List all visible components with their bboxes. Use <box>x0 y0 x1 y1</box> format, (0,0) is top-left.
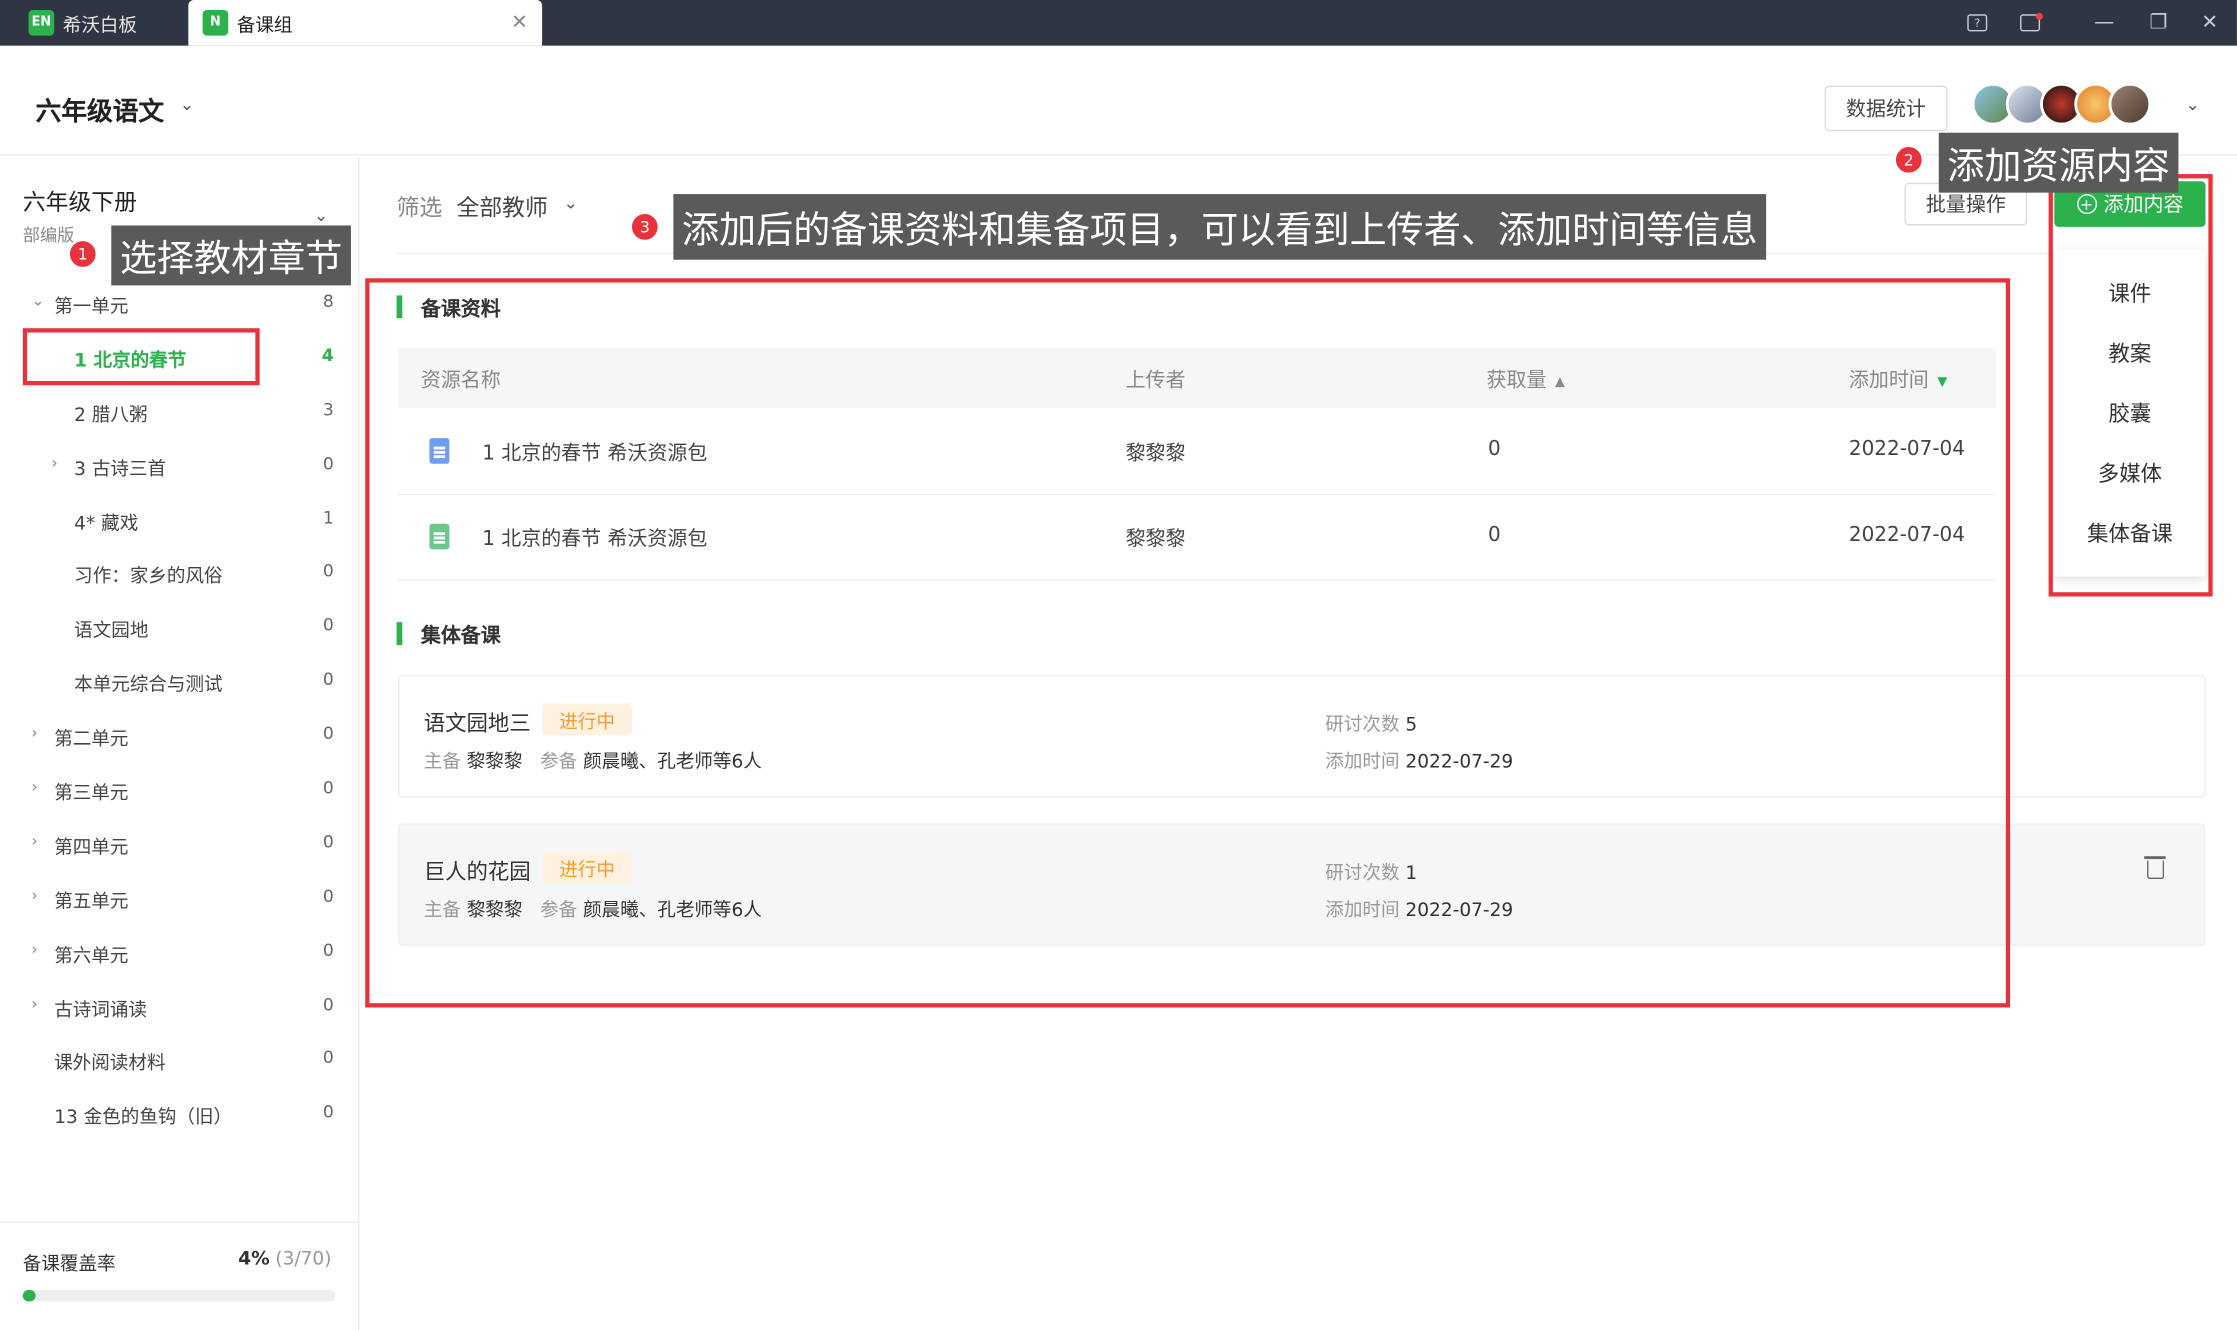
annotation-label: 选择教材章节 <box>111 225 351 286</box>
sidebar-item-count: 0 <box>322 777 334 798</box>
sidebar-item[interactable]: 语文园地 0 <box>0 600 360 654</box>
chevron-right-icon[interactable]: › <box>31 886 37 905</box>
chevron-right-icon[interactable]: › <box>31 940 37 959</box>
sidebar-item[interactable]: › 第六单元 0 <box>0 924 360 978</box>
sidebar-item-count: 0 <box>322 723 334 744</box>
sidebar-item-label: 第一单元 <box>54 296 129 319</box>
sidebar-item[interactable]: › 第三单元 0 <box>0 762 360 816</box>
annotation-label: 添加后的备课资料和集备项目，可以看到上传者、添加时间等信息 <box>673 194 1767 260</box>
annotation-label: 添加资源内容 <box>1938 132 2179 193</box>
sidebar-item-label: 本单元综合与测试 <box>74 675 223 697</box>
lesson-group-logo-icon: N <box>202 9 229 36</box>
sidebar-item-label: 第三单元 <box>54 783 129 805</box>
sidebar-item[interactable]: › 第二单元 0 <box>0 708 360 762</box>
sidebar-item-count: 1 <box>322 507 334 528</box>
chevron-down-icon[interactable]: ⌄ <box>564 193 578 213</box>
sidebar-item-count: 0 <box>322 669 334 690</box>
sidebar-item-count: 3 <box>322 399 334 420</box>
sidebar-item-label: 13 金色的鱼钩（旧） <box>54 1107 233 1130</box>
chevron-right-icon[interactable]: › <box>31 778 37 797</box>
annotation-number: 3 <box>630 212 660 242</box>
annotation-box-add <box>2048 174 2213 597</box>
sidebar-item-label: 4* 藏戏 <box>74 513 139 535</box>
sidebar-item-label: 2 腊八粥 <box>74 404 148 427</box>
chevron-down-icon[interactable]: ⌄ <box>2186 94 2200 114</box>
chevron-down-icon[interactable]: ⌄ <box>314 205 328 225</box>
sidebar-item[interactable]: › 3 古诗三首 0 <box>0 438 360 492</box>
sidebar-item[interactable]: 2 腊八粥 3 <box>0 384 360 438</box>
data-stats-button[interactable]: 数据统计 <box>1824 85 1948 132</box>
title-bar: EN 希沃白板 N 备课组 ✕ ? — ❐ ✕ <box>0 0 2237 46</box>
sidebar-item-count: 4 <box>321 345 334 366</box>
sidebar-item-count: 0 <box>322 1048 334 1069</box>
sidebar-item-label: 语文园地 <box>74 621 149 643</box>
member-avatars[interactable] <box>1971 82 2152 129</box>
sidebar-item[interactable]: 4* 藏戏 1 <box>0 492 360 546</box>
sidebar-item-label: 第六单元 <box>54 945 129 968</box>
coverage-percent: 4% <box>238 1248 270 1271</box>
tab-label: 希沃白板 <box>62 14 137 37</box>
annotation-number: 1 <box>68 239 98 269</box>
chevron-down-icon[interactable]: ⌄ <box>31 291 44 310</box>
sidebar-item-count: 0 <box>322 831 334 852</box>
sidebar-item-label: 第四单元 <box>54 837 129 859</box>
coverage-label: 备课覆盖率 <box>22 1254 116 1276</box>
page-title[interactable]: 六年级语文 <box>36 91 164 128</box>
sidebar-item-label: 习作：家乡的风俗 <box>74 567 223 589</box>
coverage-progress-bar <box>22 1290 336 1302</box>
sidebar-item-label: 古诗词诵读 <box>54 999 147 1022</box>
sidebar-item-count: 0 <box>322 885 334 906</box>
tab-lesson-group[interactable]: N 备课组 ✕ <box>188 0 543 46</box>
coverage-panel: 备课覆盖率 4% (3/70) <box>0 1221 360 1330</box>
annotation-number: 2 <box>1894 145 1924 175</box>
chapter-tree: ⌄ 第一单元 8 1 北京的春节 4 2 腊八粥 3 › 3 古诗三首 0 4* 藏戏 1 习作：家乡的… <box>0 275 360 1140</box>
sidebar-item-label: 第五单元 <box>54 891 129 913</box>
close-icon[interactable]: ✕ <box>511 11 528 34</box>
chevron-right-icon[interactable]: › <box>31 832 37 851</box>
chevron-right-icon[interactable]: › <box>31 724 37 743</box>
sidebar-item-count: 0 <box>322 561 334 582</box>
annotation-box-chapter <box>22 328 260 386</box>
sidebar-item[interactable]: 13 金色的鱼钩（旧） 0 <box>0 1086 360 1140</box>
sidebar-item-label: 3 古诗三首 <box>74 459 167 481</box>
restore-icon[interactable]: ❐ <box>2146 10 2172 36</box>
teacher-filter-select[interactable]: 全部教师 <box>457 188 548 222</box>
sidebar-item[interactable]: 习作：家乡的风俗 0 <box>0 546 360 600</box>
sidebar-item[interactable]: › 第五单元 0 <box>0 870 360 924</box>
help-icon[interactable]: ? <box>1964 10 1990 36</box>
filter-label: 筛选 <box>396 194 443 222</box>
sidebar-item-count: 0 <box>322 994 334 1014</box>
trash-icon[interactable] <box>2144 856 2166 880</box>
chevron-right-icon[interactable]: › <box>51 453 57 472</box>
sidebar-item-count: 8 <box>322 291 334 312</box>
sidebar-item-count: 0 <box>322 615 334 636</box>
mail-icon[interactable] <box>2017 10 2043 36</box>
coverage-progress-fill <box>22 1290 36 1302</box>
book-edition: 部编版 <box>22 225 75 246</box>
chevron-down-icon[interactable]: ⌄ <box>180 94 194 114</box>
sidebar-item-count: 0 <box>322 939 334 960</box>
sidebar-item-label: 课外阅读材料 <box>54 1053 166 1076</box>
window-close-icon[interactable]: ✕ <box>2197 10 2223 36</box>
chevron-right-icon[interactable]: › <box>31 994 37 1013</box>
sidebar-item-count: 0 <box>322 1102 334 1123</box>
sidebar-item[interactable]: › 第四单元 0 <box>0 816 360 870</box>
tab-label: 备课组 <box>236 14 293 37</box>
sidebar-item[interactable]: 本单元综合与测试 0 <box>0 654 360 708</box>
whiteboard-logo-icon: EN <box>28 9 55 36</box>
sidebar-item[interactable]: 课外阅读材料 0 <box>0 1032 360 1086</box>
sidebar-item-count: 0 <box>322 453 334 474</box>
tab-whiteboard[interactable]: EN 希沃白板 <box>14 0 182 46</box>
sidebar-item[interactable]: › 古诗词诵读 0 <box>0 978 360 1032</box>
book-title[interactable]: 六年级下册 <box>23 183 137 217</box>
annotation-box-content <box>365 278 2011 1008</box>
sidebar-item-label: 第二单元 <box>54 729 129 751</box>
coverage-fraction: (3/70) <box>275 1248 332 1271</box>
page-header: 六年级语文 ⌄ 数据统计 ⌄ <box>0 46 2237 156</box>
avatar[interactable] <box>2108 82 2152 126</box>
minimize-icon[interactable]: — <box>2091 10 2117 36</box>
